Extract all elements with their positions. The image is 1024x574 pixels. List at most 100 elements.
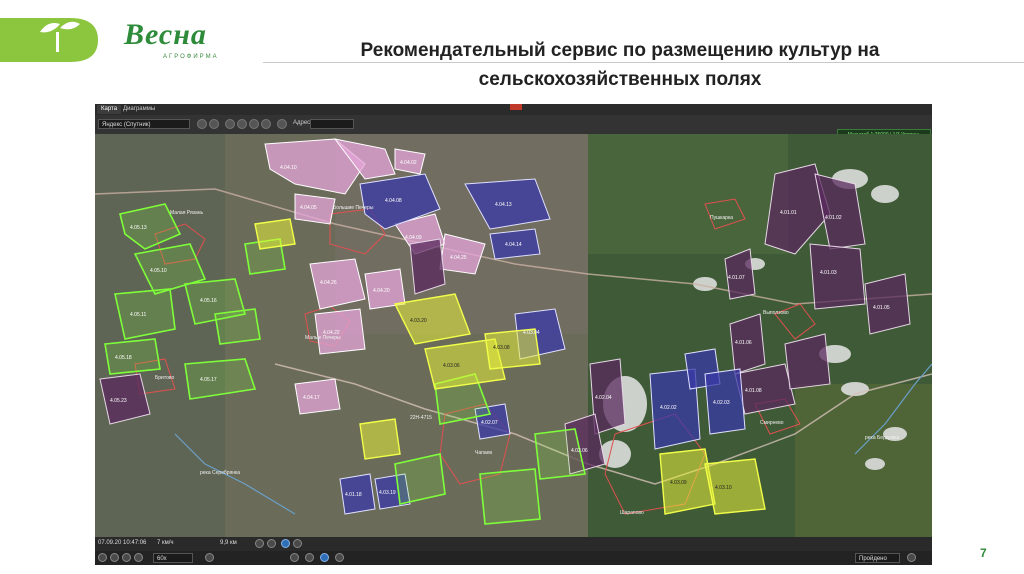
field-label: 4.04.09 [405, 235, 422, 241]
field-label: 4.04.17 [303, 395, 320, 401]
village-label: Шарапово [620, 510, 644, 516]
village-label: Малые Печеры [305, 335, 341, 341]
page-number: 7 [980, 546, 987, 560]
field-label: 4.01.08 [745, 388, 762, 394]
rewind-icon[interactable] [98, 553, 107, 562]
field-polygon [409, 238, 446, 295]
field-label: 4.04.25 [450, 255, 467, 261]
back-icon[interactable] [110, 553, 119, 562]
zoom-out-icon[interactable] [237, 119, 247, 129]
field-label: 4.01.06 [735, 340, 752, 346]
field-label: 4.01.01 [780, 210, 797, 216]
brand-subtitle: АГРОФИРМА [163, 54, 219, 60]
terrain-patch [795, 384, 932, 537]
village-label: Выползово [763, 310, 789, 316]
field-label: 4.05.23 [110, 398, 127, 404]
map-canvas[interactable]: 4.04.10 4.04.05 4.04.02 4.04.09 4.04.25 … [95, 134, 932, 537]
field-label: 4.02.06 [571, 448, 588, 454]
field-label: 4.03.06 [443, 363, 460, 369]
tool-icon[interactable] [209, 119, 219, 129]
field-label: 4.04.13 [495, 202, 512, 208]
field-label: 4.01.05 [873, 305, 890, 311]
river-label: река Бердовка [865, 435, 899, 441]
field-polygon [359, 418, 401, 460]
gis-app-window: Карта Диаграммы Яндекс (Спутник) Адрес М… [95, 104, 932, 565]
pan-icon[interactable] [277, 119, 287, 129]
field-polygon [104, 338, 161, 375]
field-label: 4.03.19 [379, 490, 396, 496]
measure-icon[interactable] [261, 119, 271, 129]
river-label: река Серебрянка [200, 470, 240, 476]
field-polygon [784, 333, 831, 390]
refresh-icon[interactable] [249, 119, 259, 129]
field-label: 4.04.02 [400, 160, 417, 166]
field-label: 4.04.26 [320, 280, 337, 286]
field-label: 4.04.05 [300, 205, 317, 211]
distance-readout: 9,9 км [220, 540, 237, 546]
field-polygon [704, 458, 766, 515]
end-icon[interactable] [134, 553, 143, 562]
field-label: 4.05.10 [150, 268, 167, 274]
control-bar: 60x Пройдено [95, 551, 932, 565]
speed-readout: 7 км/ч [157, 540, 174, 546]
field-label: 4.04.14 [505, 242, 522, 248]
brand-leaf-logo [0, 18, 98, 62]
ruler-icon[interactable] [335, 553, 344, 562]
field-label: 4.02.07 [481, 420, 498, 426]
field-label: 4.05.17 [200, 377, 217, 383]
field-label: 4.02.04 [595, 395, 612, 401]
map-toolbar: Яндекс (Спутник) Адрес Масштаб 1:25000 |… [95, 115, 932, 141]
info-icon[interactable] [197, 119, 207, 129]
terrain-patch [588, 134, 788, 254]
forward-icon[interactable] [122, 553, 131, 562]
slide-title: Рекомендательный сервис по размещению ку… [240, 36, 1000, 94]
field-label: 4.03.09 [670, 480, 687, 486]
tab-bar: Карта Диаграммы [95, 104, 932, 115]
village-label: Смирнево [760, 420, 784, 426]
field-label: 4.04.08 [385, 198, 402, 204]
field-label: 4.03.10 [715, 485, 732, 491]
field-label: 4.03.20 [410, 318, 427, 324]
title-line-2: сельскохозяйственных полях [478, 69, 762, 90]
globe-icon[interactable] [320, 553, 329, 562]
field-label: 4.04.20 [373, 288, 390, 294]
layers-icon[interactable] [290, 553, 299, 562]
field-label: 4.04.10 [280, 165, 297, 171]
field-label: 4.01.18 [345, 492, 362, 498]
field-label: 4.05.11 [130, 312, 147, 318]
zoom-select[interactable]: 60x [153, 553, 193, 563]
terrain-patch [95, 134, 225, 537]
field-label: 4.02.03 [713, 400, 730, 406]
address-label: Адрес [293, 120, 311, 126]
status-bar: 07.09.20 10:47:06 7 км/ч 9,9 км [95, 537, 932, 551]
village-label: Пушкарка [710, 215, 733, 221]
field-polygon [254, 218, 296, 250]
brand-name: Весна [124, 18, 207, 51]
play-icon[interactable] [267, 539, 276, 548]
field-label: 4.01.03 [820, 270, 837, 276]
stop-icon[interactable] [293, 539, 302, 548]
field-polygon [659, 448, 716, 515]
gear-icon[interactable] [205, 553, 214, 562]
layer-select[interactable]: Яндекс (Спутник) [98, 119, 190, 129]
mode-select[interactable]: Пройдено [855, 553, 900, 563]
track-icon[interactable] [281, 539, 290, 548]
tab-map[interactable]: Карта [97, 105, 122, 114]
field-label: 4.02.02 [660, 405, 677, 411]
field-polygon [809, 243, 866, 310]
field-label: 4.03.04 [523, 330, 540, 336]
red-marker [510, 104, 522, 110]
zoom-in-icon[interactable] [225, 119, 235, 129]
tab-charts[interactable]: Диаграммы [119, 105, 159, 114]
settings-icon[interactable] [907, 553, 916, 562]
prev-icon[interactable] [255, 539, 264, 548]
field-label: 4.05.18 [115, 355, 132, 361]
field-polygon [214, 308, 261, 345]
field-label: 4.05.13 [130, 225, 147, 231]
address-select[interactable] [310, 119, 354, 129]
road-label: 22H-4715 [410, 415, 432, 421]
map-icon[interactable] [305, 553, 314, 562]
village-label: Бритово [155, 375, 174, 381]
field-polygon [864, 273, 911, 335]
field-label: 4.01.02 [825, 215, 842, 221]
